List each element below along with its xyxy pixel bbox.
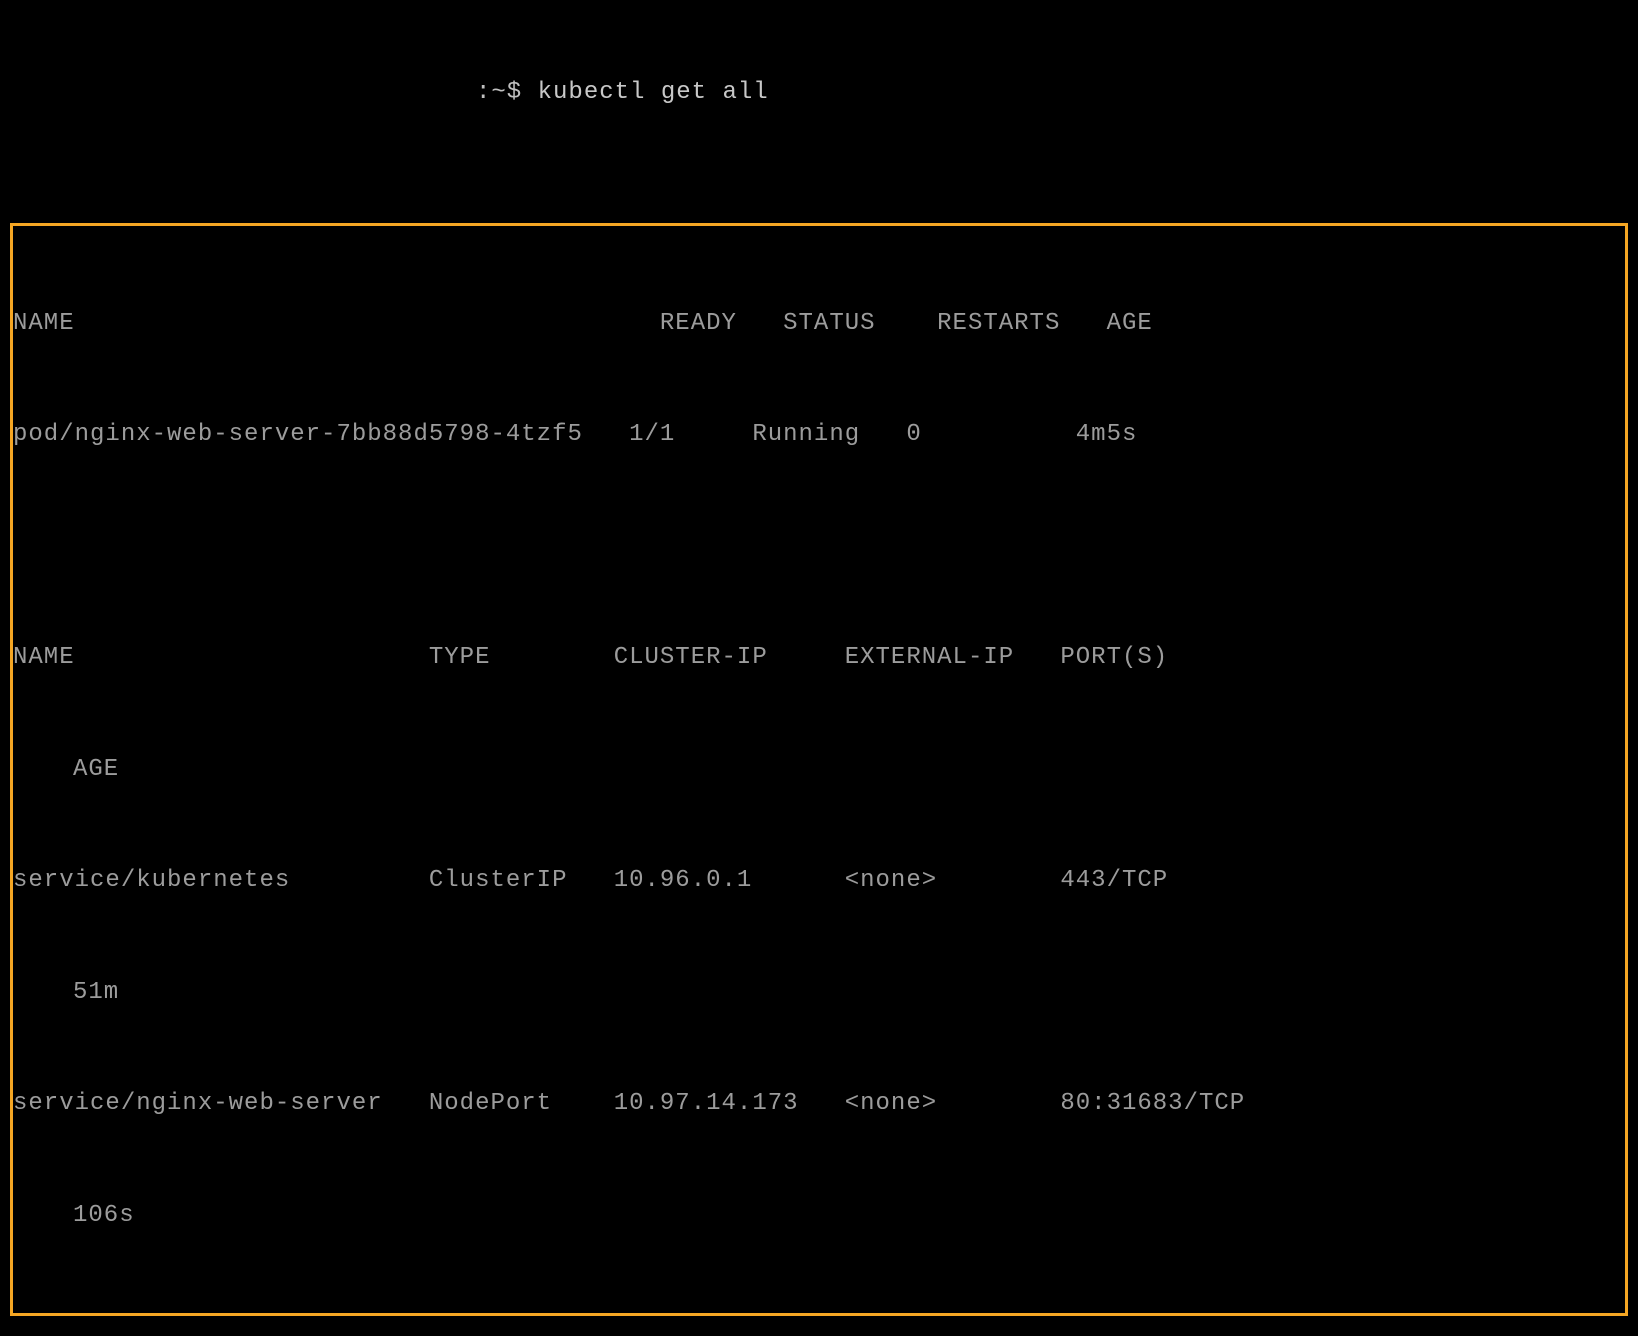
service-row-wrap: 51m (13, 974, 1625, 1011)
terminal-output[interactable]: :~$ kubectl get all NAME READY STATUS RE… (0, 0, 1638, 1336)
shell-prompt: :~$ (476, 79, 538, 106)
highlight-box-1: NAME READY STATUS RESTARTS AGE pod/nginx… (10, 223, 1628, 1315)
services-header: NAME TYPE CLUSTER-IP EXTERNAL-IP PORT(S) (13, 639, 1625, 676)
services-header-wrap: AGE (13, 751, 1625, 788)
service-row-wrap: 106s (13, 1197, 1625, 1234)
service-row: service/kubernetes ClusterIP 10.96.0.1 <… (13, 862, 1625, 899)
command-line: :~$ kubectl get all (6, 74, 1632, 111)
blank-line (13, 528, 1625, 565)
pods-header: NAME READY STATUS RESTARTS AGE (13, 305, 1625, 342)
shell-command: kubectl get all (538, 79, 769, 106)
service-row: service/nginx-web-server NodePort 10.97.… (13, 1085, 1625, 1122)
pod-row: pod/nginx-web-server-7bb88d5798-4tzf5 1/… (13, 416, 1625, 453)
